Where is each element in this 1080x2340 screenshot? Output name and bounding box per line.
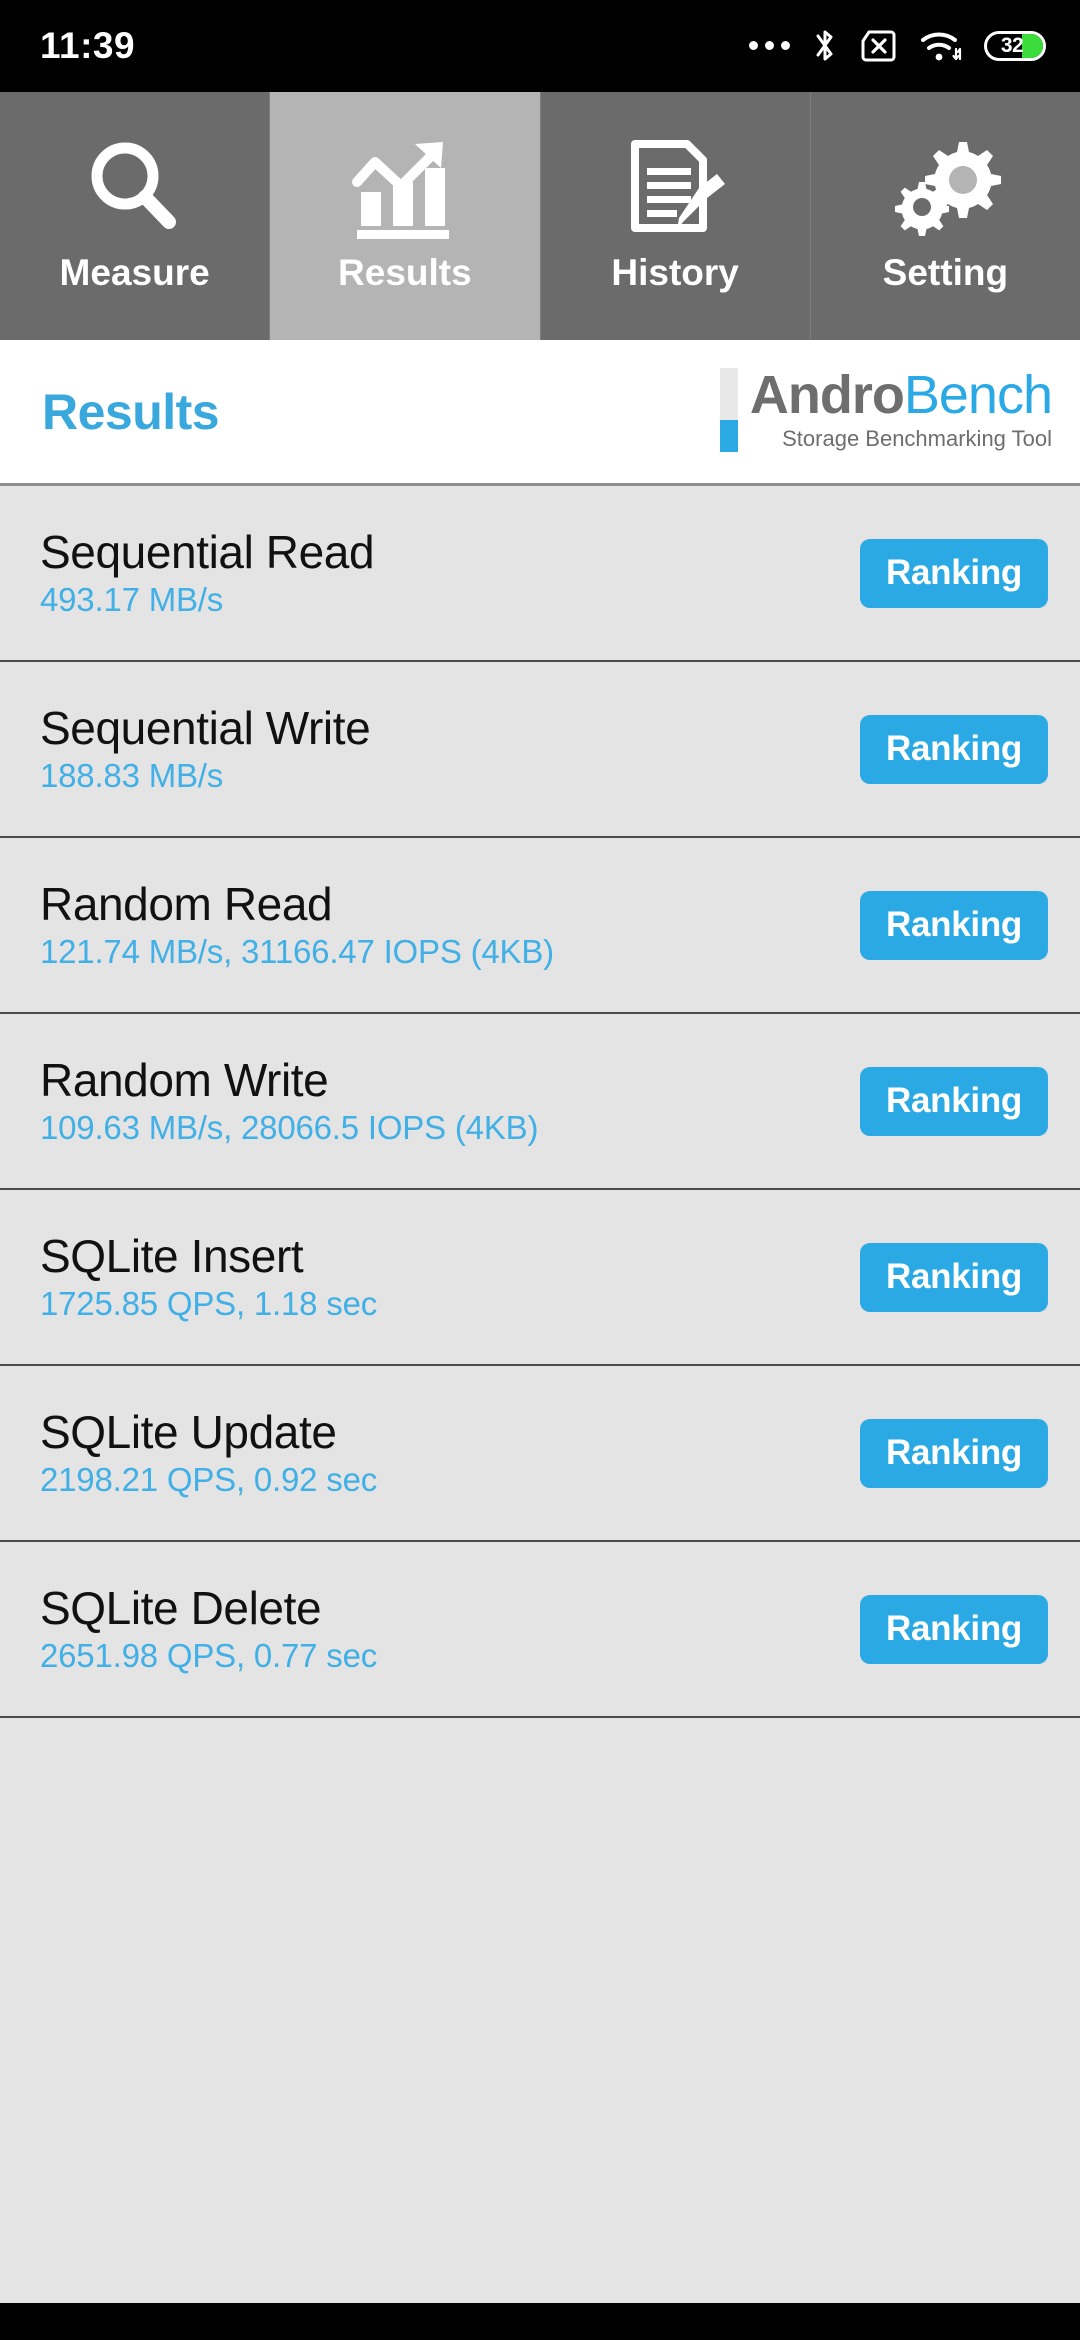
table-row[interactable]: SQLite Delete 2651.98 QPS, 0.77 sec Rank…: [0, 1542, 1080, 1718]
logo-wordmark: AndroBench: [749, 364, 1053, 425]
tab-setting-label: Setting: [882, 251, 1009, 293]
benchmark-name: SQLite Delete: [40, 1582, 322, 1635]
status-icons: 32: [749, 27, 1046, 65]
benchmark-value: 1725.85 QPS, 1.18 sec: [40, 1284, 378, 1322]
tab-history-label: History: [611, 251, 739, 293]
table-row[interactable]: SQLite Insert 1725.85 QPS, 1.18 sec Rank…: [0, 1190, 1080, 1366]
page-header: Results AndroBench Storage Benchmarking …: [0, 340, 1080, 486]
wifi-icon: [920, 29, 962, 63]
tab-bar: Measure Results History Setting: [0, 92, 1080, 340]
magnifier-icon: [81, 128, 189, 248]
table-row[interactable]: Random Write 109.63 MB/s, 28066.5 IOPS (…: [0, 1014, 1080, 1190]
black-spacer: [0, 2303, 1080, 2340]
results-list: Sequential Read 493.17 MB/s Ranking Sequ…: [0, 486, 1080, 2303]
document-pencil-icon: [621, 128, 729, 248]
battery-percent: 32: [1000, 34, 1024, 57]
bar-chart-arrow-icon: [349, 128, 461, 248]
tab-results[interactable]: Results: [270, 92, 541, 340]
benchmark-value: 121.74 MB/s, 31166.47 IOPS (4KB): [40, 932, 554, 970]
logo-bench: Bench: [903, 364, 1053, 425]
battery-icon: 32: [984, 31, 1046, 61]
logo-tagline: Storage Benchmarking Tool: [782, 425, 1052, 451]
tab-history[interactable]: History: [540, 92, 811, 340]
tab-setting[interactable]: Setting: [810, 92, 1080, 340]
page-title: Results: [42, 383, 220, 440]
bluetooth-icon: [812, 27, 838, 65]
list-empty-space: [0, 1718, 1080, 2303]
table-row[interactable]: SQLite Update 2198.21 QPS, 0.92 sec Rank…: [0, 1366, 1080, 1542]
benchmark-name: Sequential Write: [40, 702, 371, 755]
table-row[interactable]: Sequential Read 493.17 MB/s Ranking: [0, 486, 1080, 662]
benchmark-name: SQLite Insert: [40, 1230, 304, 1283]
row-texts: SQLite Delete 2651.98 QPS, 0.77 sec: [40, 1582, 378, 1674]
row-texts: SQLite Insert 1725.85 QPS, 1.18 sec: [40, 1230, 378, 1322]
benchmark-name: Random Read: [40, 878, 333, 931]
benchmark-value: 2198.21 QPS, 0.92 sec: [40, 1460, 378, 1498]
tab-measure[interactable]: Measure: [0, 92, 271, 340]
status-bar: 11:39 32: [0, 0, 1080, 92]
more-dots-icon: [749, 40, 790, 52]
benchmark-name: Sequential Read: [40, 526, 375, 579]
androbench-logo: AndroBench Storage Benchmarking Tool: [719, 364, 1053, 456]
row-texts: Sequential Write 188.83 MB/s: [40, 702, 371, 794]
status-clock: 11:39: [40, 25, 136, 66]
gears-icon: [889, 128, 1002, 248]
benchmark-name: Random Write: [40, 1054, 329, 1107]
ranking-button[interactable]: Ranking: [860, 538, 1048, 608]
row-texts: Random Read 121.74 MB/s, 31166.47 IOPS (…: [40, 878, 554, 970]
benchmark-value: 188.83 MB/s: [40, 756, 224, 794]
ranking-button[interactable]: Ranking: [860, 1242, 1048, 1312]
ranking-button[interactable]: Ranking: [860, 890, 1048, 960]
benchmark-name: SQLite Update: [40, 1406, 337, 1459]
tab-results-label: Results: [338, 251, 472, 293]
logo-bar-icon: [719, 367, 738, 452]
phone-screen: 11:39 32 Measure Results History Setting…: [0, 0, 1080, 2340]
ranking-button[interactable]: Ranking: [860, 714, 1048, 784]
row-texts: Random Write 109.63 MB/s, 28066.5 IOPS (…: [40, 1054, 539, 1146]
row-texts: SQLite Update 2198.21 QPS, 0.92 sec: [40, 1406, 378, 1498]
logo-andro: Andro: [749, 364, 905, 425]
ranking-button[interactable]: Ranking: [860, 1418, 1048, 1488]
table-row[interactable]: Random Read 121.74 MB/s, 31166.47 IOPS (…: [0, 838, 1080, 1014]
ranking-button[interactable]: Ranking: [860, 1594, 1048, 1664]
logo-text: AndroBench Storage Benchmarking Tool: [749, 364, 1053, 452]
tab-measure-label: Measure: [59, 251, 210, 293]
benchmark-value: 109.63 MB/s, 28066.5 IOPS (4KB): [40, 1108, 539, 1146]
no-sim-icon: [860, 29, 898, 63]
ranking-button[interactable]: Ranking: [860, 1066, 1048, 1136]
row-texts: Sequential Read 493.17 MB/s: [40, 526, 375, 618]
table-row[interactable]: Sequential Write 188.83 MB/s Ranking: [0, 662, 1080, 838]
benchmark-value: 493.17 MB/s: [40, 580, 224, 618]
benchmark-value: 2651.98 QPS, 0.77 sec: [40, 1636, 378, 1674]
